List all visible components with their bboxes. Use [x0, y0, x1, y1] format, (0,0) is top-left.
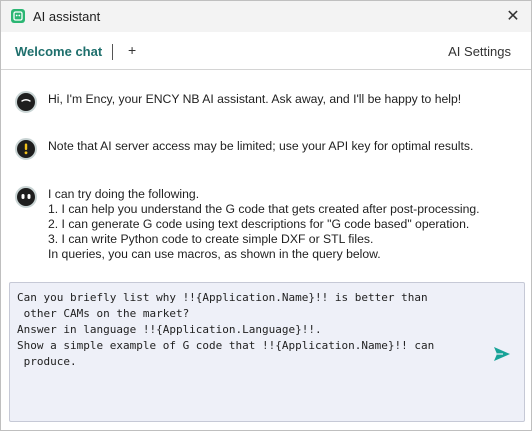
warning-icon — [15, 138, 37, 160]
close-icon: ✕ — [506, 8, 520, 25]
window-title: AI assistant — [33, 9, 101, 24]
message-line: 1. I can help you understand the G code … — [48, 202, 480, 216]
bot-eyes-icon — [15, 186, 37, 208]
tab-divider — [112, 44, 113, 60]
ai-settings-link[interactable]: AI Settings — [448, 44, 511, 59]
message-line: In queries, you can use macros, as shown… — [48, 247, 381, 261]
bot-face-icon — [15, 91, 37, 113]
send-button[interactable] — [492, 345, 512, 363]
message-line: I can try doing the following. — [48, 187, 200, 201]
chat-tab-bar: Welcome chat + AI Settings — [1, 32, 531, 70]
message-text: Note that AI server access may be limite… — [48, 139, 474, 153]
assistant-app-icon — [11, 9, 25, 23]
query-text[interactable]: Can you briefly list why !!{Application.… — [17, 290, 487, 370]
tab-welcome-chat[interactable]: Welcome chat — [15, 44, 102, 59]
query-input[interactable]: Can you briefly list why !!{Application.… — [9, 282, 525, 422]
message-line: 3. I can write Python code to create sim… — [48, 232, 374, 246]
message-list: Hi, I'm Ency, your ENCY NB AI assistant.… — [1, 71, 531, 276]
message-line: 2. I can generate G code using text desc… — [48, 217, 470, 231]
ai-assistant-window: AI assistant ✕ Welcome chat + AI Setting… — [0, 0, 532, 431]
title-bar: AI assistant ✕ — [1, 1, 531, 32]
close-button[interactable]: ✕ — [501, 4, 525, 28]
message-text: Hi, I'm Ency, your ENCY NB AI assistant.… — [48, 92, 462, 106]
add-tab-button[interactable]: + — [128, 42, 136, 58]
send-arrow-icon — [494, 347, 510, 361]
